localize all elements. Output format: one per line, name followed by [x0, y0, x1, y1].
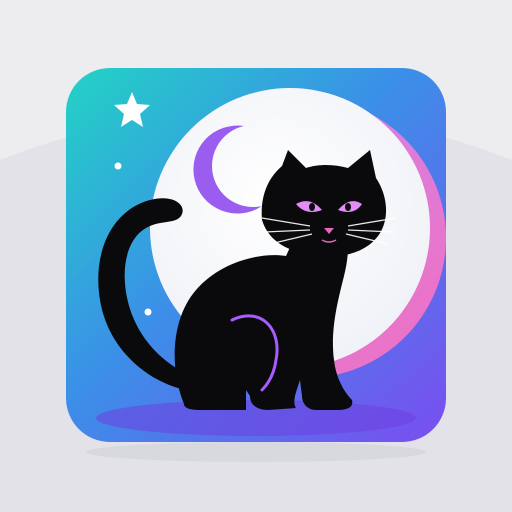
icon-stage — [0, 0, 512, 512]
cat-pupil-right — [345, 203, 351, 211]
tile-shadow — [86, 442, 426, 462]
sparkle-dot — [144, 308, 152, 316]
cat-moon-app-icon — [0, 68, 512, 512]
cat-pupil-left — [309, 203, 315, 211]
sparkle-dot — [114, 162, 122, 170]
